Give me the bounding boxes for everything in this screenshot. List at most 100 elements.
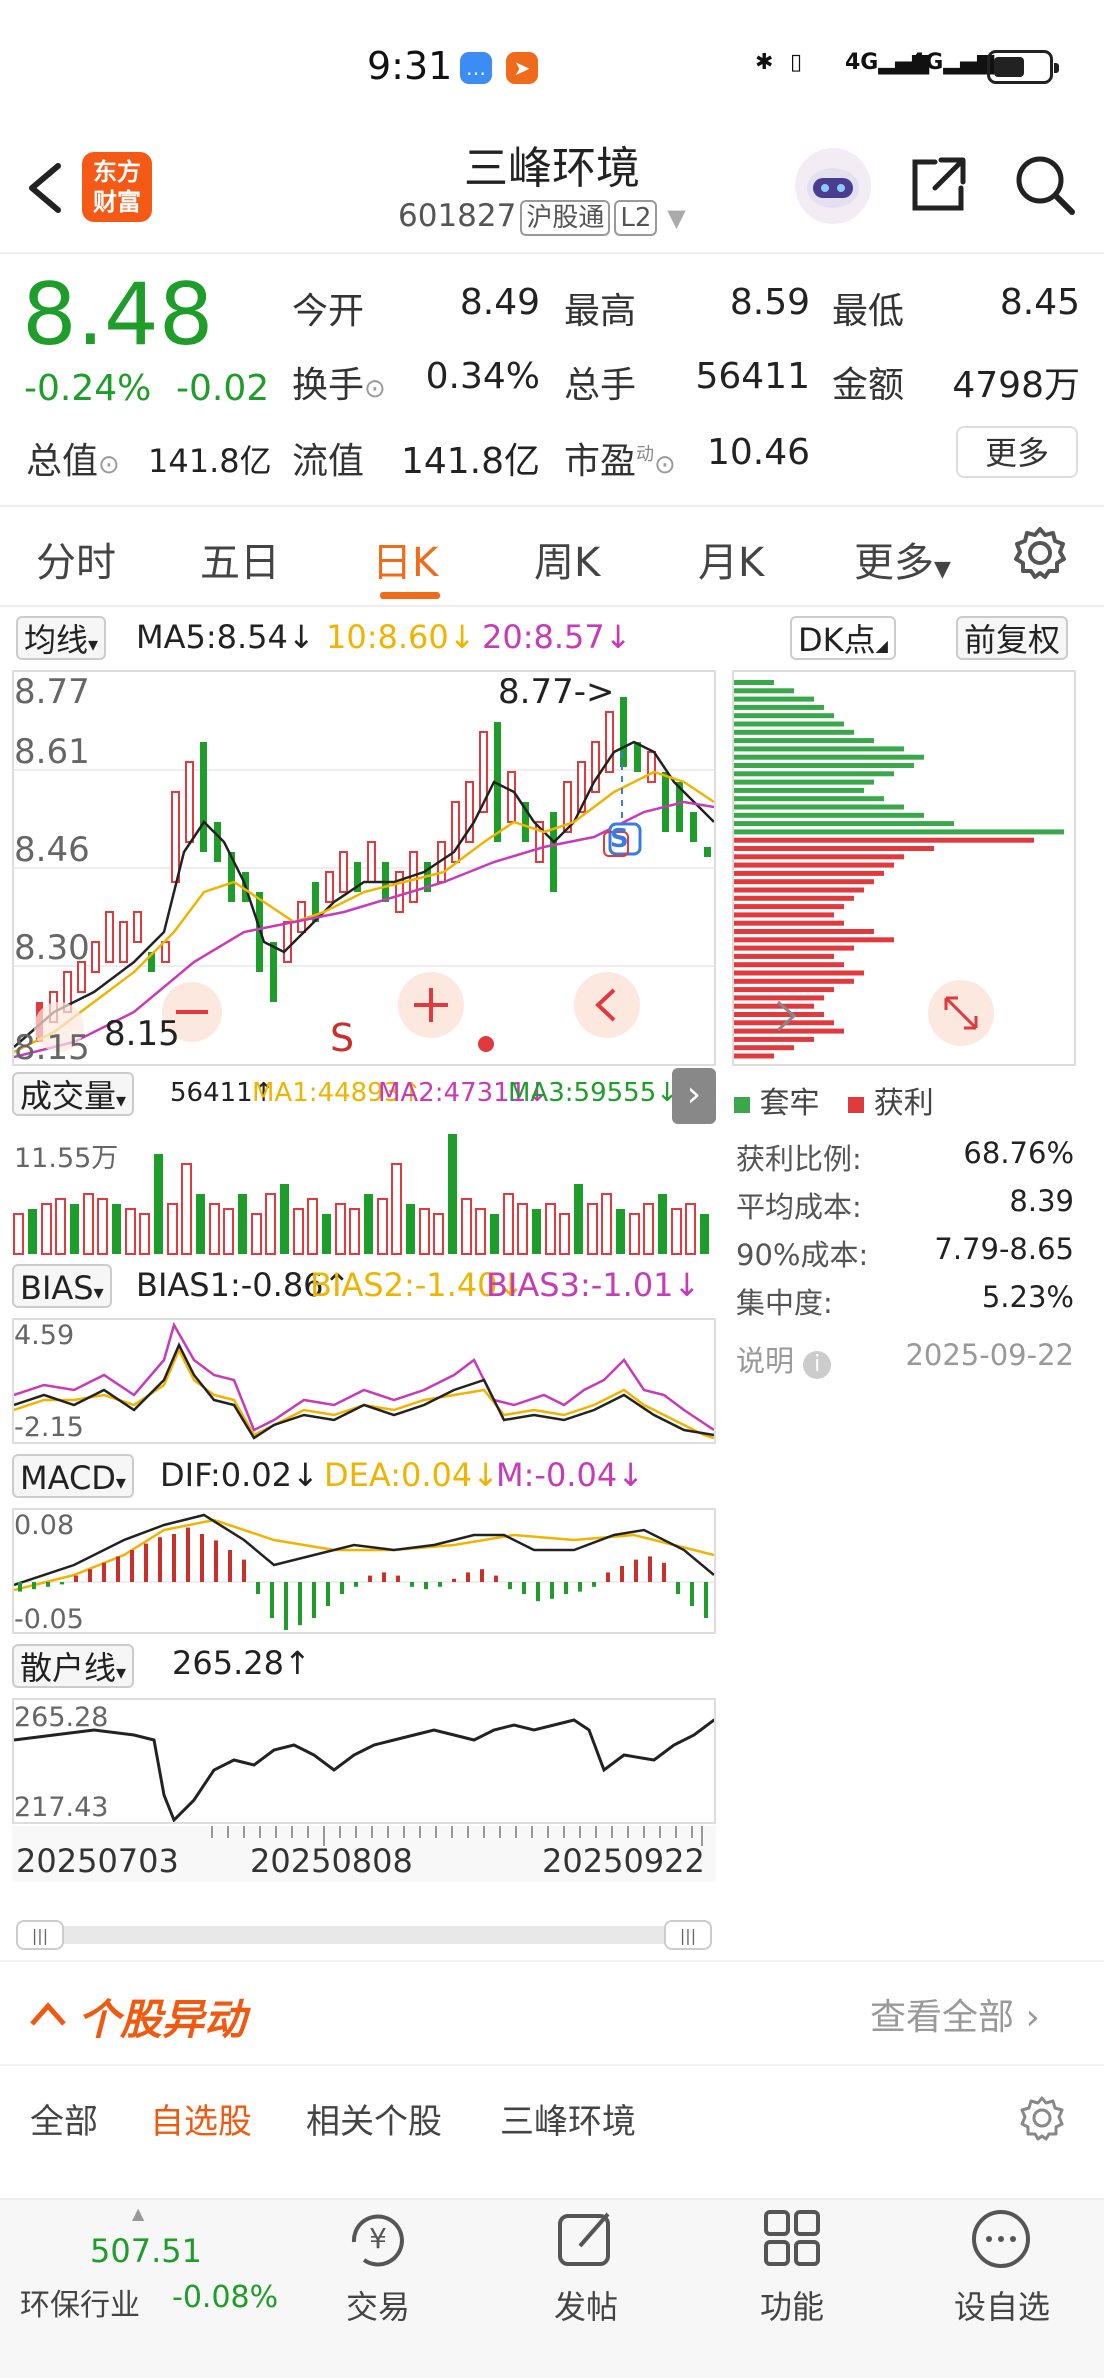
macd-bar	[340, 1582, 344, 1594]
chip-bar	[734, 920, 844, 926]
open-value: 8.49	[459, 282, 540, 323]
filter-related[interactable]: 相关个股	[306, 2094, 442, 2143]
more-button[interactable]: 更多	[956, 426, 1078, 478]
info-icon: ⊙	[98, 450, 120, 480]
high-value: 8.59	[729, 282, 810, 323]
view-all-link[interactable]: 查看全部 ›	[870, 1988, 1040, 2040]
settings-gear-icon[interactable]	[1018, 2094, 1066, 2142]
forward-adjust-button[interactable]: 前复权	[956, 616, 1069, 660]
chip-stat-label-0: 获利比例:	[736, 1142, 862, 1176]
y-label-4: 8.30	[14, 928, 90, 968]
dk-point-button[interactable]: DK点◢	[790, 616, 896, 660]
ma-selector[interactable]: 均线▾	[16, 616, 107, 660]
dropdown-icon: ▼	[934, 557, 951, 582]
amount-value: 4798万	[952, 365, 1080, 406]
send-app-icon: ➤	[506, 52, 538, 84]
settings-gear-icon[interactable]	[1012, 525, 1068, 581]
volume-bar	[167, 1203, 178, 1255]
macd-bar	[144, 1543, 148, 1582]
stock-code-row[interactable]: 601827 沪股通 L2 ▼	[398, 198, 686, 236]
retail-line-selector[interactable]: 散户线▾	[12, 1644, 135, 1688]
bias-chart[interactable]	[12, 1318, 716, 1444]
search-icon[interactable]	[1012, 152, 1078, 218]
chip-bar	[734, 779, 874, 785]
chevron-right-icon[interactable]	[764, 994, 808, 1038]
info-icon: ⊙	[364, 374, 386, 404]
chip-bar	[734, 937, 894, 943]
macd-bar	[214, 1540, 218, 1582]
range-slider-left-handle[interactable]: |||	[16, 1920, 64, 1950]
functions-label[interactable]: 功能	[722, 2282, 862, 2328]
assistant-robot-icon[interactable]	[793, 146, 873, 226]
filter-watchlist[interactable]: 自选股	[150, 2094, 252, 2143]
chevron-up-icon[interactable]	[28, 1996, 68, 2032]
volume-bar	[112, 1204, 121, 1254]
chip-bar	[734, 1045, 794, 1051]
volume-bar	[349, 1208, 360, 1255]
range-slider-track[interactable]	[16, 1926, 710, 1944]
volume-max-label: 11.55万	[14, 1143, 119, 1174]
functions-grid-icon[interactable]	[762, 2208, 822, 2268]
svg-text:¥: ¥	[369, 2222, 387, 2255]
trapped-legend-swatch	[734, 1097, 750, 1113]
macd-bar	[648, 1556, 652, 1582]
tab-daily-k[interactable]: 日K	[372, 530, 438, 588]
add-watchlist-label[interactable]: 设自选	[932, 2282, 1072, 2328]
macd-bar	[536, 1582, 540, 1602]
pe-label: 市盈动⊙	[564, 441, 676, 482]
share-icon[interactable]	[905, 152, 971, 218]
tab-weekly-k[interactable]: 周K	[534, 530, 600, 588]
industry-index-value[interactable]: 507.51	[90, 2232, 202, 2270]
y-label-2: 8.61	[14, 732, 90, 772]
tab-five-day[interactable]: 五日	[200, 530, 280, 588]
volume-bar	[293, 1208, 304, 1255]
range-slider-right-handle[interactable]: |||	[664, 1920, 712, 1950]
chip-bar	[734, 870, 884, 876]
macd-bar	[298, 1582, 302, 1626]
macd-chart[interactable]	[12, 1508, 716, 1634]
chevron-right-icon: ›	[1025, 1997, 1040, 2038]
volume-selector[interactable]: 成交量▾	[12, 1072, 135, 1116]
max-price-label: 8.77->	[498, 672, 615, 712]
y-label-1: 8.77	[14, 672, 90, 712]
chip-bar	[734, 738, 874, 744]
retail-line-chart[interactable]	[12, 1698, 735, 1824]
volume-bar	[643, 1203, 654, 1255]
chip-bar	[734, 704, 824, 710]
info-icon: i	[803, 1351, 832, 1379]
macd-bar	[606, 1572, 610, 1582]
post-label[interactable]: 发帖	[516, 2282, 656, 2328]
filter-all[interactable]: 全部	[30, 2094, 98, 2143]
macd-bar	[172, 1534, 176, 1582]
trade-yuan-icon[interactable]: ¥	[344, 2208, 412, 2270]
add-watchlist-icon[interactable]	[970, 2208, 1032, 2270]
message-app-icon: …	[460, 52, 492, 84]
chip-bar	[734, 821, 954, 827]
tab-intraday[interactable]: 分时	[36, 530, 116, 588]
macd-bar	[270, 1582, 274, 1618]
tab-more[interactable]: 更多▼	[854, 530, 951, 588]
macd-bar	[284, 1582, 288, 1630]
kline-chart[interactable]	[12, 670, 716, 1066]
macd-bar	[620, 1566, 624, 1582]
buy-sell-s-badge[interactable]: S	[610, 824, 629, 854]
macd-selector[interactable]: MACD▾	[12, 1454, 134, 1498]
dea-value: DEA:0.04↓	[324, 1456, 500, 1494]
chip-note-link[interactable]: 说明 i	[736, 1338, 832, 1380]
post-edit-icon[interactable]	[556, 2208, 616, 2268]
volume-bar	[223, 1208, 234, 1255]
macd-bar	[186, 1527, 190, 1582]
macd-bar	[452, 1578, 456, 1582]
chip-bar	[734, 796, 884, 802]
macd-bar	[88, 1569, 92, 1582]
bias-selector[interactable]: BIAS▾	[12, 1264, 112, 1308]
volume-bar	[700, 1214, 709, 1254]
change-percent: -0.24%	[24, 368, 152, 409]
industry-name[interactable]: 环保行业	[20, 2280, 140, 2324]
filter-stock[interactable]: 三峰环境	[500, 2094, 636, 2143]
tab-monthly-k[interactable]: 月K	[698, 530, 764, 588]
expand-indicators-button[interactable]: ›	[672, 1068, 716, 1124]
industry-change[interactable]: -0.08%	[172, 2280, 278, 2315]
volume-bar	[433, 1213, 444, 1255]
trade-label[interactable]: 交易	[308, 2282, 448, 2328]
